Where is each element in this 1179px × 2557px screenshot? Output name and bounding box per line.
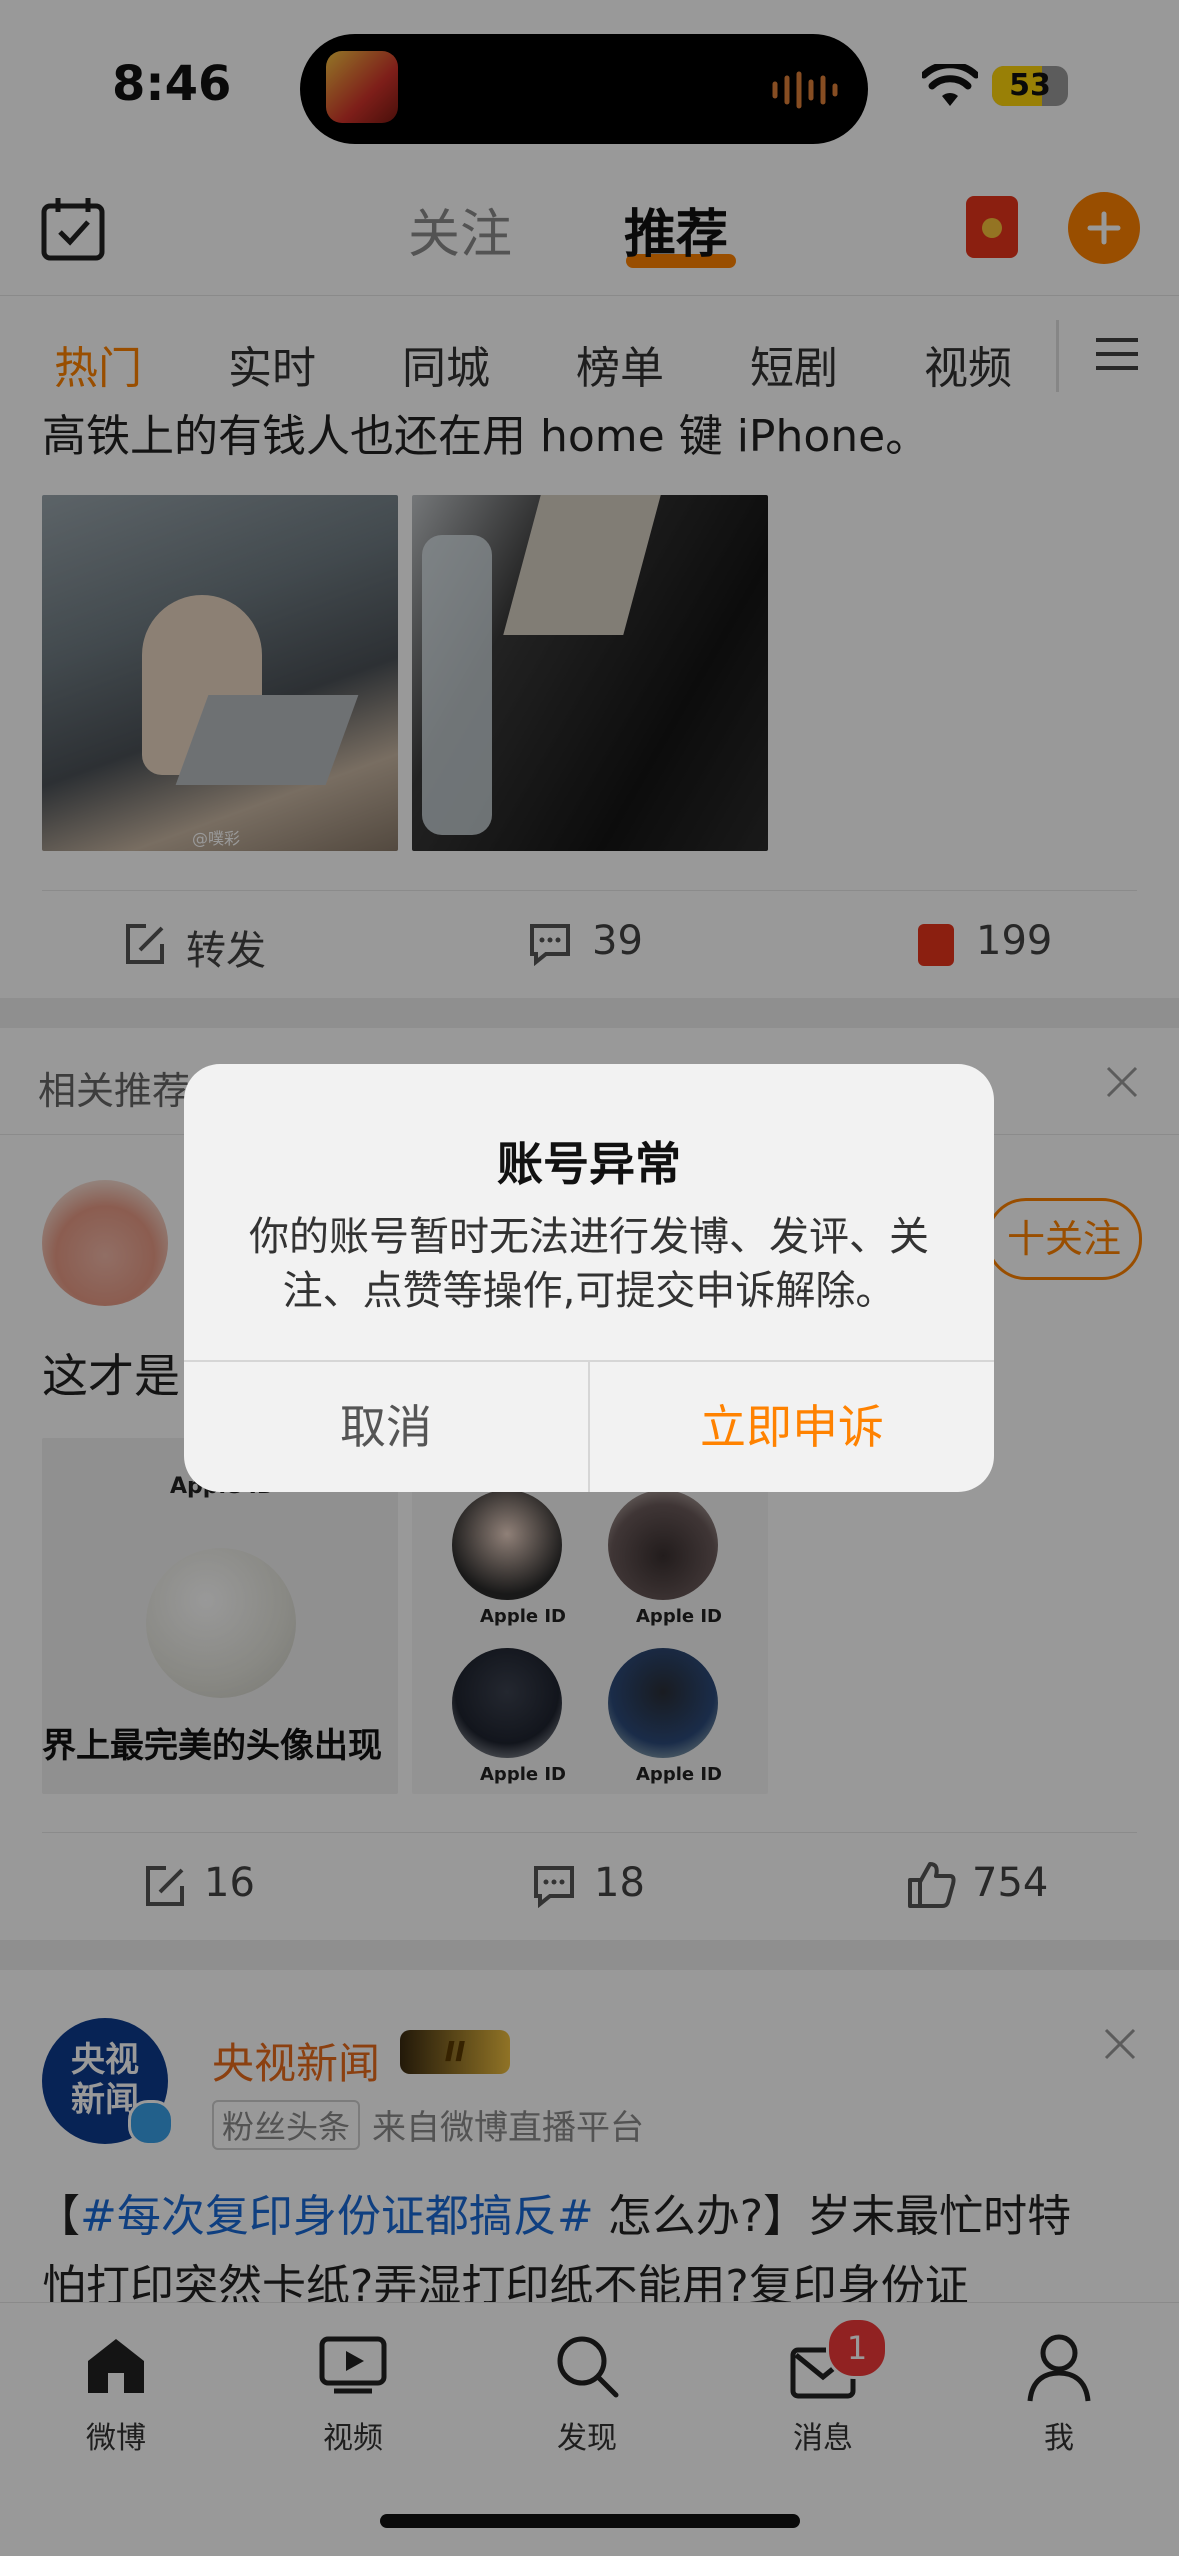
alert-message: 你的账号暂时无法进行发博、发评、关注、点赞等操作,可提交申诉解除。 xyxy=(249,1214,929,1314)
appeal-button[interactable]: 立即申诉 xyxy=(590,1362,994,1492)
cancel-button[interactable]: 取消 xyxy=(184,1362,588,1492)
alert-title: 账号异常 xyxy=(497,1137,681,1191)
account-alert-dialog: 账号异常 你的账号暂时无法进行发博、发评、关注、点赞等操作,可提交申诉解除。 取… xyxy=(184,1064,994,1492)
